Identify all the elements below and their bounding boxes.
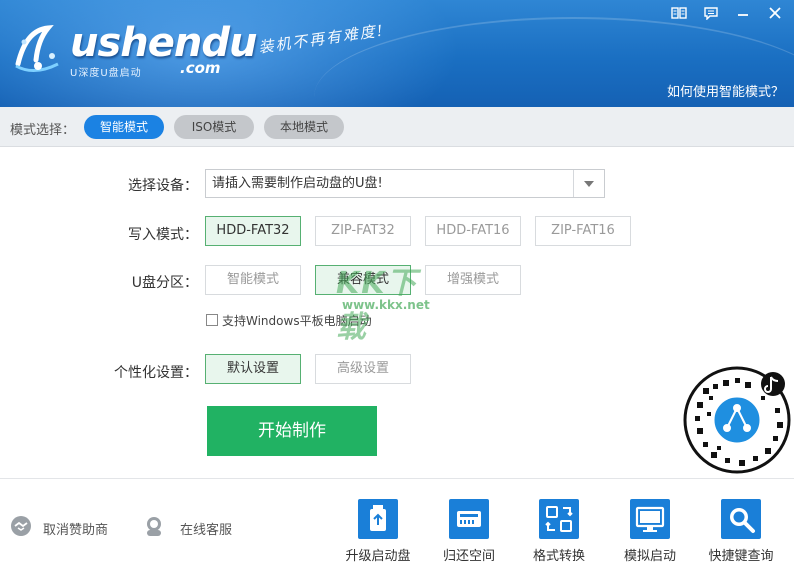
- tab-smart-mode[interactable]: 智能模式: [84, 115, 164, 139]
- partition-option-compatible[interactable]: 兼容模式: [315, 265, 411, 295]
- bottom-toolbar: 取消赞助商 在线客服 升级启动盘 归还空间 格式转换 模拟启动 快捷键查询: [0, 478, 794, 568]
- logo-mark-icon: [15, 24, 59, 72]
- online-support-link[interactable]: 在线客服: [180, 519, 232, 538]
- tab-local-mode[interactable]: 本地模式: [264, 115, 344, 139]
- convert-icon: [539, 499, 579, 539]
- device-label: 选择设备：: [128, 178, 198, 194]
- tool-label: 归还空间: [442, 549, 495, 564]
- qr-code: [683, 366, 791, 474]
- tablet-support-checkbox[interactable]: [206, 314, 218, 326]
- manual-icon[interactable]: [669, 6, 689, 24]
- drive-icon: [449, 499, 489, 539]
- tool-label: 升级启动盘: [345, 549, 411, 564]
- mode-bar: 模式选择： 智能模式 ISO模式 本地模式: [0, 107, 794, 147]
- upgrade-icon: [358, 499, 398, 539]
- mode-label: 模式选择：: [10, 123, 76, 138]
- tool-label: 格式转换: [532, 549, 585, 564]
- search-icon: [721, 499, 761, 539]
- support-agent-icon: [147, 517, 161, 536]
- write-option-hdd-fat32[interactable]: HDD-FAT32: [205, 216, 301, 246]
- header-banner: ushendu U深度U盘启动 .com 装机不再有难度! 如何使用智能模式？: [0, 0, 794, 107]
- chevron-down-icon[interactable]: [573, 170, 604, 197]
- personalization-label: 个性化设置：: [114, 365, 198, 381]
- write-option-zip-fat16[interactable]: ZIP-FAT16: [535, 216, 631, 246]
- handshake-icon: [11, 516, 31, 536]
- logo-text: ushendu: [70, 20, 257, 66]
- partition-option-enhanced[interactable]: 增强模式: [425, 265, 521, 295]
- tool-label: 模拟启动: [623, 549, 676, 564]
- device-select-value: 请插入需要制作启动盘的U盘!: [212, 176, 383, 191]
- help-link[interactable]: 如何使用智能模式？: [667, 81, 784, 100]
- logo-com: .com: [180, 59, 221, 77]
- write-mode-label: 写入模式：: [128, 227, 198, 243]
- write-option-zip-fat32[interactable]: ZIP-FAT32: [315, 216, 411, 246]
- tool-hotkey-lookup[interactable]: 快捷键查询: [701, 499, 781, 564]
- tool-label: 快捷键查询: [708, 549, 774, 564]
- tab-iso-mode[interactable]: ISO模式: [174, 115, 254, 139]
- start-button[interactable]: 开始制作: [207, 406, 377, 456]
- logo-subtitle: U深度U盘启动: [70, 68, 142, 79]
- personal-option-advanced[interactable]: 高级设置: [315, 354, 411, 384]
- cancel-sponsor-link[interactable]: 取消赞助商: [43, 519, 108, 538]
- tool-return-space[interactable]: 归还空间: [429, 499, 509, 564]
- tool-upgrade-boot-disk[interactable]: 升级启动盘: [338, 499, 418, 564]
- minimize-icon[interactable]: [733, 6, 753, 24]
- tool-simulate-boot[interactable]: 模拟启动: [610, 499, 690, 564]
- partition-label: U盘分区：: [131, 275, 198, 291]
- write-option-hdd-fat16[interactable]: HDD-FAT16: [425, 216, 521, 246]
- watermark-url: www.kkx.net: [342, 298, 430, 312]
- tablet-support-label: 支持Windows平板电脑启动: [222, 314, 372, 328]
- device-select[interactable]: 请插入需要制作启动盘的U盘!: [205, 169, 605, 198]
- message-icon[interactable]: [701, 6, 721, 24]
- monitor-icon: [630, 499, 670, 539]
- tool-format-convert[interactable]: 格式转换: [519, 499, 599, 564]
- close-icon[interactable]: [765, 6, 785, 24]
- partition-option-smart[interactable]: 智能模式: [205, 265, 301, 295]
- personal-option-default[interactable]: 默认设置: [205, 354, 301, 384]
